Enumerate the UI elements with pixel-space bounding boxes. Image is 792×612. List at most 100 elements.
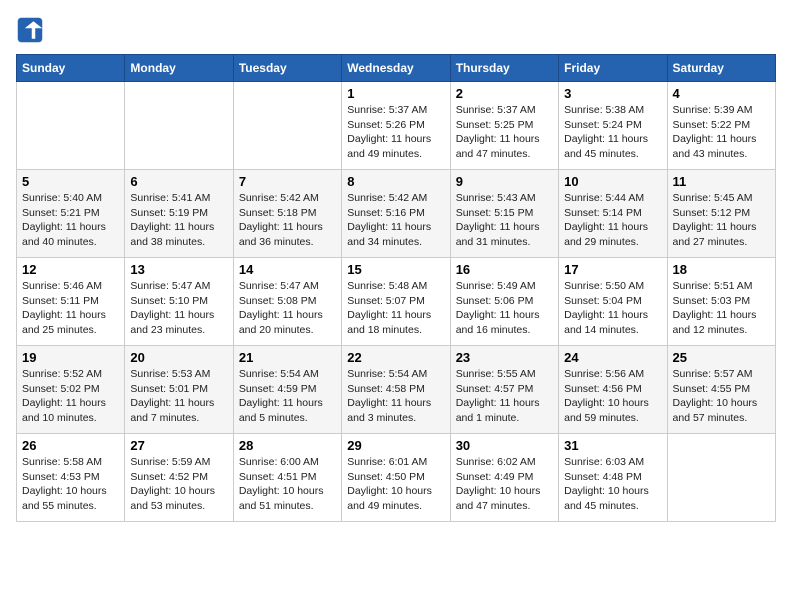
day-number: 27 — [130, 438, 227, 453]
cell-info: Sunrise: 5:50 AM — [564, 279, 661, 294]
cell-info: Daylight: 10 hours and 47 minutes. — [456, 484, 553, 513]
calendar-cell: 24Sunrise: 5:56 AMSunset: 4:56 PMDayligh… — [559, 346, 667, 434]
cell-info: Sunset: 5:12 PM — [673, 206, 770, 221]
cell-info: Sunset: 5:19 PM — [130, 206, 227, 221]
cell-info: Daylight: 10 hours and 55 minutes. — [22, 484, 119, 513]
calendar-cell: 31Sunrise: 6:03 AMSunset: 4:48 PMDayligh… — [559, 434, 667, 522]
cell-info: Sunset: 5:03 PM — [673, 294, 770, 309]
day-number: 30 — [456, 438, 553, 453]
cell-info: Sunrise: 5:46 AM — [22, 279, 119, 294]
calendar-table: SundayMondayTuesdayWednesdayThursdayFrid… — [16, 54, 776, 522]
cell-info: Sunrise: 5:45 AM — [673, 191, 770, 206]
cell-info: Daylight: 11 hours and 10 minutes. — [22, 396, 119, 425]
calendar-cell: 28Sunrise: 6:00 AMSunset: 4:51 PMDayligh… — [233, 434, 341, 522]
weekday-header: Monday — [125, 55, 233, 82]
day-number: 11 — [673, 174, 770, 189]
cell-info: Sunrise: 5:58 AM — [22, 455, 119, 470]
cell-info: Sunset: 4:57 PM — [456, 382, 553, 397]
calendar-row: 1Sunrise: 5:37 AMSunset: 5:26 PMDaylight… — [17, 82, 776, 170]
day-number: 5 — [22, 174, 119, 189]
cell-info: Daylight: 10 hours and 49 minutes. — [347, 484, 444, 513]
cell-info: Sunset: 5:14 PM — [564, 206, 661, 221]
cell-info: Sunset: 5:25 PM — [456, 118, 553, 133]
day-number: 22 — [347, 350, 444, 365]
cell-info: Sunrise: 5:54 AM — [239, 367, 336, 382]
calendar-cell: 15Sunrise: 5:48 AMSunset: 5:07 PMDayligh… — [342, 258, 450, 346]
calendar-cell: 16Sunrise: 5:49 AMSunset: 5:06 PMDayligh… — [450, 258, 558, 346]
cell-info: Daylight: 11 hours and 18 minutes. — [347, 308, 444, 337]
day-number: 31 — [564, 438, 661, 453]
cell-info: Sunrise: 5:52 AM — [22, 367, 119, 382]
cell-info: Sunrise: 5:47 AM — [130, 279, 227, 294]
cell-info: Sunset: 4:59 PM — [239, 382, 336, 397]
calendar-cell: 12Sunrise: 5:46 AMSunset: 5:11 PMDayligh… — [17, 258, 125, 346]
calendar-cell: 23Sunrise: 5:55 AMSunset: 4:57 PMDayligh… — [450, 346, 558, 434]
calendar-cell: 7Sunrise: 5:42 AMSunset: 5:18 PMDaylight… — [233, 170, 341, 258]
calendar-cell: 29Sunrise: 6:01 AMSunset: 4:50 PMDayligh… — [342, 434, 450, 522]
weekday-header-row: SundayMondayTuesdayWednesdayThursdayFrid… — [17, 55, 776, 82]
cell-info: Sunset: 5:04 PM — [564, 294, 661, 309]
calendar-cell — [17, 82, 125, 170]
cell-info: Sunrise: 5:53 AM — [130, 367, 227, 382]
calendar-cell: 30Sunrise: 6:02 AMSunset: 4:49 PMDayligh… — [450, 434, 558, 522]
cell-info: Sunset: 5:15 PM — [456, 206, 553, 221]
weekday-header: Thursday — [450, 55, 558, 82]
cell-info: Sunset: 5:10 PM — [130, 294, 227, 309]
cell-info: Daylight: 11 hours and 47 minutes. — [456, 132, 553, 161]
cell-info: Daylight: 11 hours and 5 minutes. — [239, 396, 336, 425]
cell-info: Sunrise: 5:41 AM — [130, 191, 227, 206]
cell-info: Daylight: 11 hours and 49 minutes. — [347, 132, 444, 161]
calendar-cell: 9Sunrise: 5:43 AMSunset: 5:15 PMDaylight… — [450, 170, 558, 258]
cell-info: Sunset: 5:07 PM — [347, 294, 444, 309]
logo — [16, 16, 48, 44]
cell-info: Daylight: 10 hours and 53 minutes. — [130, 484, 227, 513]
weekday-header: Tuesday — [233, 55, 341, 82]
cell-info: Daylight: 10 hours and 51 minutes. — [239, 484, 336, 513]
logo-icon — [16, 16, 44, 44]
day-number: 17 — [564, 262, 661, 277]
cell-info: Sunset: 4:48 PM — [564, 470, 661, 485]
cell-info: Daylight: 11 hours and 29 minutes. — [564, 220, 661, 249]
cell-info: Daylight: 10 hours and 57 minutes. — [673, 396, 770, 425]
cell-info: Daylight: 11 hours and 45 minutes. — [564, 132, 661, 161]
cell-info: Sunrise: 5:37 AM — [456, 103, 553, 118]
day-number: 3 — [564, 86, 661, 101]
day-number: 2 — [456, 86, 553, 101]
cell-info: Daylight: 11 hours and 16 minutes. — [456, 308, 553, 337]
day-number: 28 — [239, 438, 336, 453]
cell-info: Sunrise: 5:48 AM — [347, 279, 444, 294]
calendar-row: 12Sunrise: 5:46 AMSunset: 5:11 PMDayligh… — [17, 258, 776, 346]
cell-info: Sunrise: 5:40 AM — [22, 191, 119, 206]
calendar-cell: 25Sunrise: 5:57 AMSunset: 4:55 PMDayligh… — [667, 346, 775, 434]
cell-info: Sunset: 4:53 PM — [22, 470, 119, 485]
cell-info: Sunrise: 5:43 AM — [456, 191, 553, 206]
cell-info: Daylight: 11 hours and 43 minutes. — [673, 132, 770, 161]
cell-info: Sunset: 5:22 PM — [673, 118, 770, 133]
calendar-cell: 20Sunrise: 5:53 AMSunset: 5:01 PMDayligh… — [125, 346, 233, 434]
calendar-cell: 8Sunrise: 5:42 AMSunset: 5:16 PMDaylight… — [342, 170, 450, 258]
cell-info: Daylight: 11 hours and 14 minutes. — [564, 308, 661, 337]
calendar-cell — [667, 434, 775, 522]
calendar-row: 5Sunrise: 5:40 AMSunset: 5:21 PMDaylight… — [17, 170, 776, 258]
calendar-cell: 5Sunrise: 5:40 AMSunset: 5:21 PMDaylight… — [17, 170, 125, 258]
calendar-cell — [125, 82, 233, 170]
cell-info: Sunset: 4:52 PM — [130, 470, 227, 485]
cell-info: Daylight: 11 hours and 1 minute. — [456, 396, 553, 425]
calendar-cell: 18Sunrise: 5:51 AMSunset: 5:03 PMDayligh… — [667, 258, 775, 346]
cell-info: Sunrise: 5:49 AM — [456, 279, 553, 294]
cell-info: Sunset: 4:58 PM — [347, 382, 444, 397]
cell-info: Sunrise: 5:39 AM — [673, 103, 770, 118]
cell-info: Daylight: 11 hours and 36 minutes. — [239, 220, 336, 249]
calendar-cell: 22Sunrise: 5:54 AMSunset: 4:58 PMDayligh… — [342, 346, 450, 434]
cell-info: Daylight: 10 hours and 45 minutes. — [564, 484, 661, 513]
day-number: 20 — [130, 350, 227, 365]
calendar-cell: 26Sunrise: 5:58 AMSunset: 4:53 PMDayligh… — [17, 434, 125, 522]
calendar-row: 19Sunrise: 5:52 AMSunset: 5:02 PMDayligh… — [17, 346, 776, 434]
day-number: 9 — [456, 174, 553, 189]
cell-info: Sunrise: 5:56 AM — [564, 367, 661, 382]
day-number: 10 — [564, 174, 661, 189]
day-number: 23 — [456, 350, 553, 365]
cell-info: Sunset: 4:56 PM — [564, 382, 661, 397]
cell-info: Sunset: 5:01 PM — [130, 382, 227, 397]
cell-info: Sunrise: 5:51 AM — [673, 279, 770, 294]
